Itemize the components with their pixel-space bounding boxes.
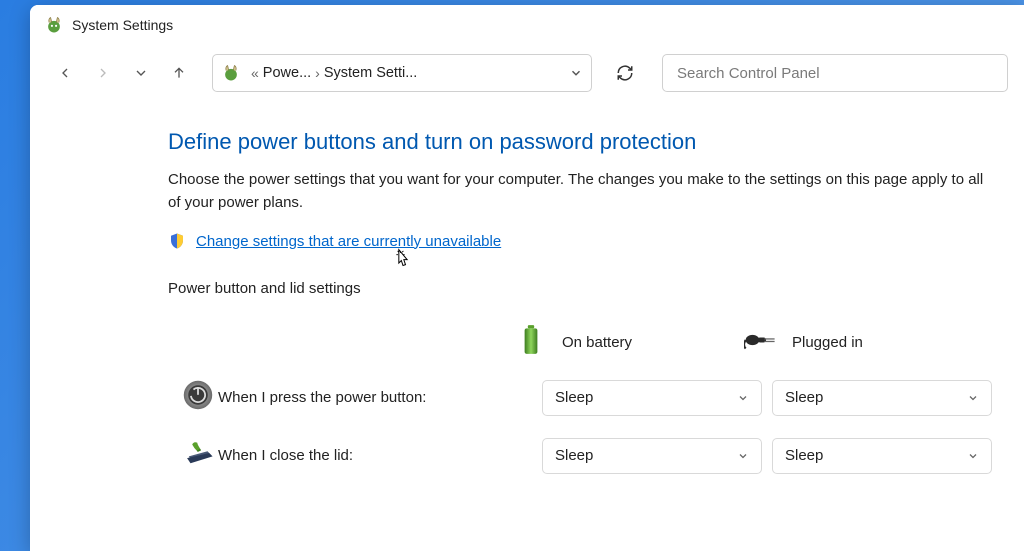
forward-button[interactable] (84, 54, 122, 92)
close-lid-label: When I close the lid: (218, 447, 532, 464)
breadcrumb-item-2[interactable]: System Setti... (324, 65, 417, 81)
close-lid-row: When I close the lid: Sleep Sleep (168, 436, 992, 475)
cursor-icon (393, 248, 413, 272)
laptop-icon (182, 436, 216, 475)
change-settings-link[interactable]: Change settings that are currently unava… (196, 233, 501, 250)
page-heading: Define power buttons and turn on passwor… (168, 129, 992, 155)
close-lid-plugged-dropdown[interactable]: Sleep (772, 438, 992, 474)
window-title: System Settings (72, 17, 173, 33)
battery-icon (514, 323, 548, 361)
change-settings-link-row: Change settings that are currently unava… (168, 232, 992, 250)
window: System Settings « Powe... › System Setti… (30, 5, 1024, 551)
search-input[interactable] (677, 65, 993, 82)
power-button-icon (182, 379, 214, 416)
breadcrumb-item-1[interactable]: Powe... (263, 65, 311, 81)
title-bar: System Settings (30, 5, 1024, 45)
back-button[interactable] (46, 54, 84, 92)
search-field[interactable] (662, 54, 1008, 92)
refresh-button[interactable] (606, 54, 644, 92)
power-button-label: When I press the power button: (218, 389, 532, 406)
plugged-in-column: Plugged in (744, 323, 974, 361)
section-title: Power button and lid settings (168, 280, 992, 301)
power-button-plugged-dropdown[interactable]: Sleep (772, 380, 992, 416)
columns-header: On battery Plugged in (168, 323, 992, 361)
on-battery-column: On battery (514, 323, 744, 361)
shield-icon (168, 232, 186, 250)
content: Define power buttons and turn on passwor… (30, 101, 1024, 515)
breadcrumb[interactable]: « Powe... › System Setti... (212, 54, 592, 92)
up-button[interactable] (160, 54, 198, 92)
power-button-battery-dropdown[interactable]: Sleep (542, 380, 762, 416)
breadcrumb-separator: « (251, 65, 259, 81)
folder-icon (221, 63, 241, 83)
nav-bar: « Powe... › System Setti... (30, 45, 1024, 101)
breadcrumb-dropdown[interactable] (569, 66, 583, 80)
recent-dropdown[interactable] (122, 54, 160, 92)
plugged-in-label: Plugged in (792, 334, 863, 351)
power-button-row: When I press the power button: Sleep Sle… (168, 379, 992, 416)
app-icon (44, 15, 64, 35)
close-lid-battery-dropdown[interactable]: Sleep (542, 438, 762, 474)
chevron-right-icon: › (315, 65, 320, 81)
plug-icon (744, 323, 778, 361)
on-battery-label: On battery (562, 334, 632, 351)
page-description: Choose the power settings that you want … (168, 169, 992, 214)
